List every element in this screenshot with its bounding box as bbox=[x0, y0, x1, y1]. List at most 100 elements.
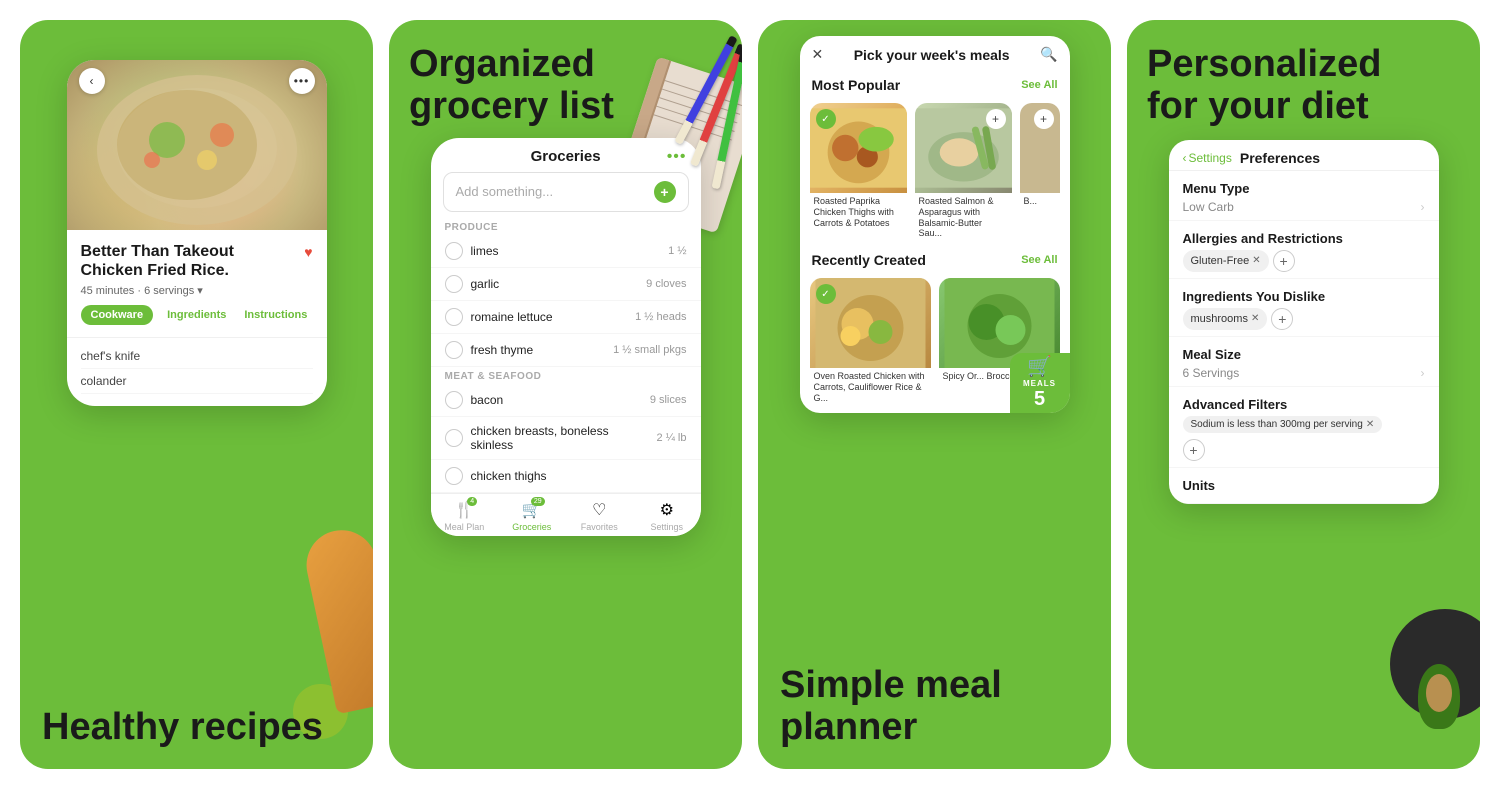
item-name: romaine lettuce bbox=[471, 310, 628, 324]
chip-remove-icon[interactable]: ✕ bbox=[1252, 255, 1260, 266]
check-circle[interactable] bbox=[445, 467, 463, 485]
dislike-label: Ingredients You Dislike bbox=[1183, 289, 1425, 304]
tab-favorites[interactable]: ♡ Favorites bbox=[566, 500, 634, 532]
panel1-bottom-label: Healthy recipes bbox=[20, 687, 345, 769]
panel-meal-planner: ✕ Pick your week's meals 🔍 Most Popular … bbox=[758, 20, 1111, 769]
tab-cookware[interactable]: Cookware bbox=[81, 305, 154, 325]
filter-label: Sodium is less than 300mg per serving bbox=[1191, 419, 1363, 430]
cart-overlay[interactable]: 🛒 MEALS 5 bbox=[1010, 353, 1070, 413]
add-allergy-btn[interactable]: + bbox=[1273, 250, 1295, 272]
item-qty: 9 cloves bbox=[646, 278, 686, 290]
menu-type-value-row[interactable]: Low Carb › bbox=[1183, 200, 1425, 214]
chevron-right-icon-2: › bbox=[1421, 366, 1425, 380]
grocery-item: fresh thyme 1 ½ small pkgs bbox=[431, 334, 701, 367]
tab-favorites-label: Favorites bbox=[581, 522, 618, 532]
item-name: chicken breasts, boneless skinless bbox=[471, 424, 649, 452]
meal-plan-badge: 4 bbox=[467, 497, 477, 506]
chip-remove-icon[interactable]: ✕ bbox=[1251, 313, 1259, 324]
check-circle[interactable] bbox=[445, 242, 463, 260]
grocery-item: limes 1 ½ bbox=[431, 235, 701, 268]
back-button[interactable]: ‹ bbox=[79, 68, 105, 94]
heart-icon[interactable]: ♥ bbox=[304, 244, 312, 261]
mushrooms-chip[interactable]: mushrooms ✕ bbox=[1183, 308, 1268, 330]
meal-card-img-4: ✓ bbox=[810, 278, 931, 368]
meal-size-section: Meal Size 6 Servings › bbox=[1169, 337, 1439, 387]
grocery-item-chicken-breasts: chicken breasts, boneless skinless 2 ¼ l… bbox=[431, 417, 701, 460]
tab-instructions[interactable]: Instructions bbox=[240, 305, 311, 325]
recipe-title-row: Better Than Takeout Chicken Fried Rice. … bbox=[81, 242, 313, 280]
gluten-free-chip[interactable]: Gluten-Free ✕ bbox=[1183, 250, 1269, 272]
grocery-more-btn[interactable]: ••• bbox=[667, 148, 687, 166]
grocery-title: Groceries bbox=[465, 148, 667, 165]
tab-ingredients[interactable]: Ingredients bbox=[163, 305, 230, 325]
sodium-filter-chip[interactable]: Sodium is less than 300mg per serving ✕ bbox=[1183, 416, 1383, 433]
menu-type-value: Low Carb bbox=[1183, 200, 1234, 214]
deco-avocado bbox=[1418, 664, 1460, 729]
grocery-header: Groceries ••• bbox=[431, 138, 701, 172]
see-all-popular[interactable]: See All bbox=[1021, 79, 1057, 91]
panel4-title: Personalizedfor your diet bbox=[1127, 20, 1480, 140]
phone-mockup-2: Groceries ••• Add something... + PRODUCE… bbox=[431, 138, 701, 536]
grocery-item: romaine lettuce 1 ½ heads bbox=[431, 301, 701, 334]
add-dislike-btn[interactable]: + bbox=[1271, 308, 1293, 330]
meal-card-1[interactable]: ✓ Roasted Paprika Chicken Thighs with Ca… bbox=[810, 103, 907, 242]
add-filter-btn[interactable]: + bbox=[1183, 439, 1205, 461]
close-button[interactable]: ✕ bbox=[812, 46, 824, 63]
section-meat-seafood: MEAT & SEAFOOD bbox=[431, 367, 701, 384]
chevron-right-icon: › bbox=[1421, 200, 1425, 214]
chip-label: mushrooms bbox=[1191, 313, 1248, 325]
food-image: ‹ ••• bbox=[67, 60, 327, 230]
most-popular-label: Most Popular bbox=[812, 77, 901, 93]
panel-healthy-recipes: ‹ ••• Better Than Takeout Chicken Fried … bbox=[20, 20, 373, 769]
more-icon: ••• bbox=[294, 74, 310, 88]
meal-add-3[interactable]: + bbox=[1034, 109, 1054, 129]
meal-card-4[interactable]: ✓ Oven Roasted Chicken with Carrots, Cau… bbox=[810, 278, 931, 406]
settings-back-label: Settings bbox=[1189, 151, 1232, 165]
check-circle[interactable] bbox=[445, 308, 463, 326]
item-name: bacon bbox=[471, 393, 642, 407]
section-produce: PRODUCE bbox=[431, 218, 701, 235]
meal-card-2[interactable]: + Roasted Salmon & Asparagus with Balsam… bbox=[915, 103, 1012, 242]
meal-card-img-2: + bbox=[915, 103, 1012, 193]
panel-diet-preferences: Personalizedfor your diet ‹ Settings Pre… bbox=[1127, 20, 1480, 769]
meal-add-2[interactable]: + bbox=[986, 109, 1006, 129]
popular-meals-grid: ✓ Roasted Paprika Chicken Thighs with Ca… bbox=[800, 97, 1070, 248]
add-item-button[interactable]: + bbox=[654, 181, 676, 203]
most-popular-section: Most Popular See All bbox=[800, 73, 1070, 97]
add-item-input[interactable]: Add something... + bbox=[443, 172, 689, 212]
tab-settings[interactable]: ⚙ Settings bbox=[633, 500, 701, 532]
units-label: Units bbox=[1183, 478, 1425, 493]
meal-card-img-1: ✓ bbox=[810, 103, 907, 193]
item-name: fresh thyme bbox=[471, 343, 606, 357]
meal-check-1: ✓ bbox=[816, 109, 836, 129]
search-button[interactable]: 🔍 bbox=[1040, 46, 1057, 63]
meal-size-label: Meal Size bbox=[1183, 347, 1425, 362]
meal-name-4: Oven Roasted Chicken with Carrots, Cauli… bbox=[810, 368, 931, 406]
tab-groceries[interactable]: 🛒 29 Groceries bbox=[498, 500, 566, 532]
meal-name-3: B... bbox=[1020, 193, 1060, 210]
see-all-recent[interactable]: See All bbox=[1021, 254, 1057, 266]
check-circle[interactable] bbox=[445, 275, 463, 293]
groceries-badge: 29 bbox=[531, 497, 545, 506]
chip-remove-sodium-icon[interactable]: ✕ bbox=[1366, 419, 1374, 430]
grocery-item: bacon 9 slices bbox=[431, 384, 701, 417]
check-circle[interactable] bbox=[445, 341, 463, 359]
favorites-icon: ♡ bbox=[592, 502, 606, 519]
recent-meals-grid: ✓ Oven Roasted Chicken with Carrots, Cau… bbox=[800, 272, 1070, 412]
units-section: Units bbox=[1169, 468, 1439, 504]
check-circle[interactable] bbox=[445, 391, 463, 409]
cart-count: 5 bbox=[1034, 388, 1045, 411]
advanced-chips: Sodium is less than 300mg per serving ✕ bbox=[1183, 416, 1425, 433]
preferences-tab[interactable]: Preferences bbox=[1240, 150, 1320, 166]
phone-mockup-3: ✕ Pick your week's meals 🔍 Most Popular … bbox=[800, 36, 1070, 413]
meal-card-3[interactable]: + B... bbox=[1020, 103, 1060, 242]
meal-size-value-row[interactable]: 6 Servings › bbox=[1183, 366, 1425, 380]
check-circle[interactable] bbox=[445, 429, 463, 447]
meal-card-img-3: + bbox=[1020, 103, 1060, 193]
grocery-item: garlic 9 cloves bbox=[431, 268, 701, 301]
back-settings-btn[interactable]: ‹ Settings bbox=[1183, 151, 1232, 165]
tab-meal-plan[interactable]: 🍴 4 Meal Plan bbox=[431, 500, 499, 532]
item-qty: 1 ½ bbox=[668, 245, 686, 257]
menu-type-section: Menu Type Low Carb › bbox=[1169, 171, 1439, 221]
more-button[interactable]: ••• bbox=[289, 68, 315, 94]
